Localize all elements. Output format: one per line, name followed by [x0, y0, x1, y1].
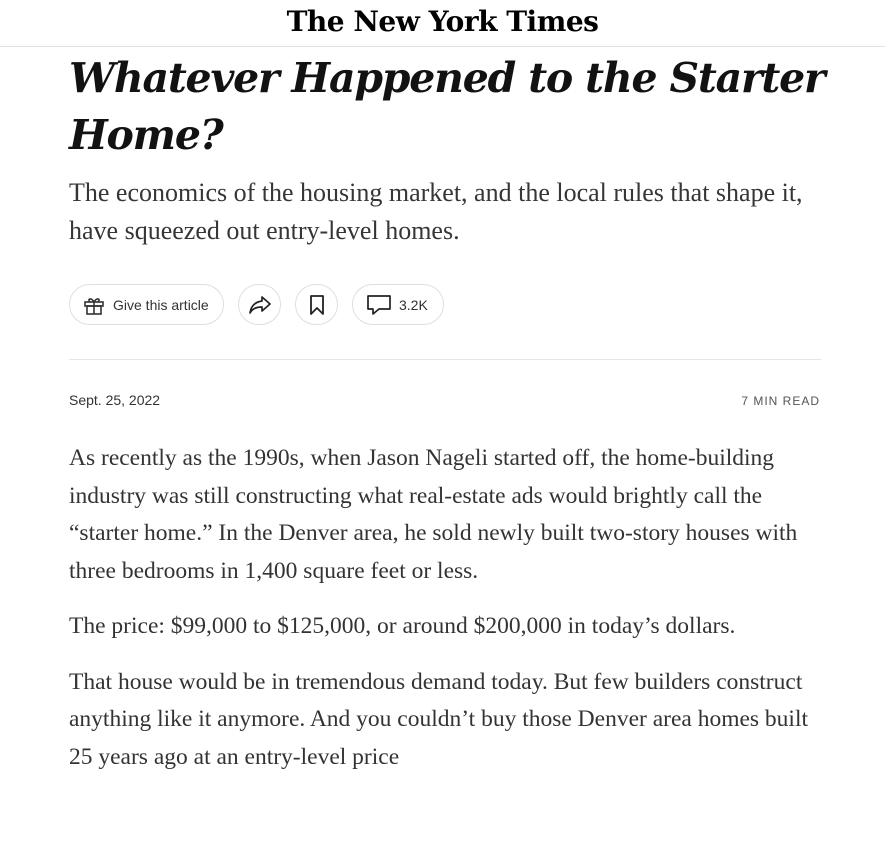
comment-icon [366, 293, 392, 317]
nyt-logo[interactable]: The New York Times [287, 4, 599, 40]
article-body: As recently as the 1990s, when Jason Nag… [69, 440, 821, 794]
body-paragraph: The price: $99,000 to $125,000, or aroun… [69, 613, 736, 639]
give-article-label: Give this article [113, 296, 209, 313]
give-article-button[interactable]: Give this article [69, 284, 224, 325]
save-button[interactable] [295, 284, 338, 325]
bookmark-icon [308, 294, 326, 316]
comments-button[interactable]: 3.2K [352, 284, 444, 325]
comments-count: 3.2K [399, 296, 428, 313]
article-headline: Whatever Happened to the Starter Home? [69, 54, 826, 159]
masthead: The New York Times [0, 0, 885, 47]
article-summary: The economics of the housing market, and… [69, 178, 803, 245]
share-button[interactable] [238, 284, 281, 325]
body-paragraph: As recently as the 1990s, when Jason Nag… [69, 445, 798, 584]
share-icon [247, 294, 273, 316]
body-paragraph: That house would be in tremendous demand… [69, 668, 809, 770]
gift-icon [82, 293, 106, 317]
publish-date: Sept. 25, 2022 [69, 392, 161, 408]
divider [69, 359, 821, 360]
read-time: 7 MIN READ [741, 394, 820, 408]
